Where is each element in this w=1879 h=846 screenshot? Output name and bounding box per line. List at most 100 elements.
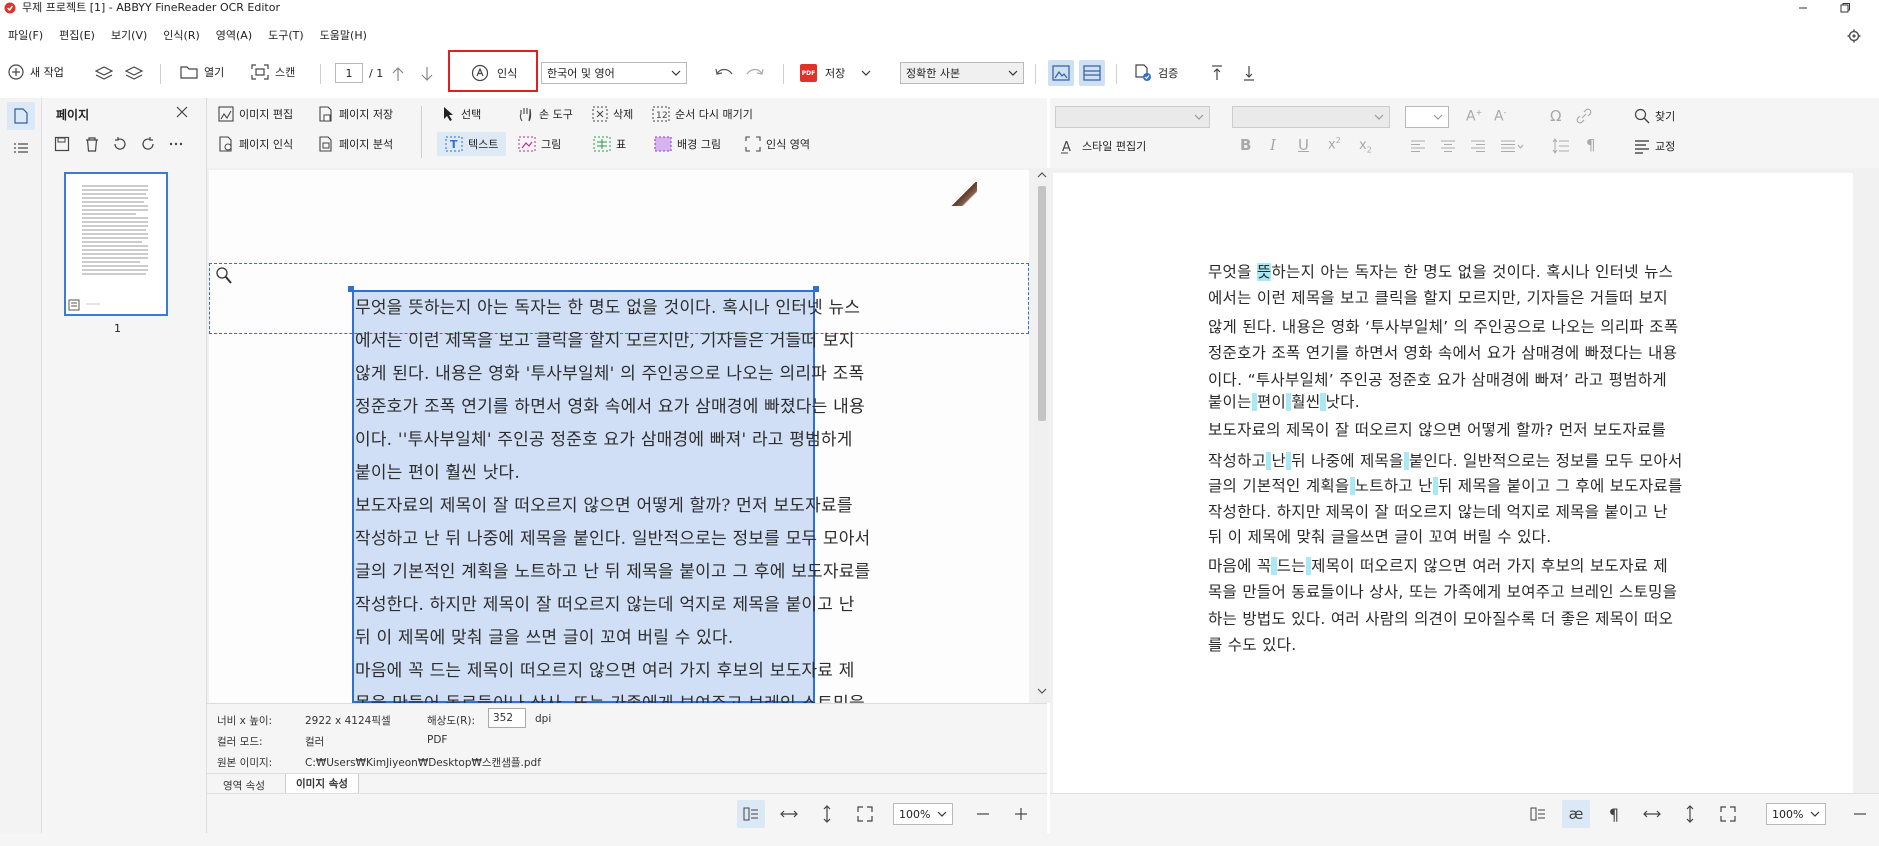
layers-icon[interactable] <box>124 64 144 82</box>
style-editor-button[interactable]: A 스타일 편집기 <box>1058 134 1149 158</box>
text-line[interactable]: 에서는 이런 제목을 보고 클릭을 할지 모르지만, 기자들은 거들떠 보지 <box>1208 286 1668 308</box>
rotate-right-icon[interactable] <box>140 136 156 152</box>
rotate-left-icon[interactable] <box>112 136 128 152</box>
image-zoom-select[interactable]: 100% <box>893 803 953 825</box>
font-select[interactable] <box>1232 106 1390 128</box>
text-line[interactable]: 하는 방법도 있다. 여러 사람의 의견이 모아질수록 더 좋은 제목이 떠오 <box>1208 607 1673 629</box>
style-select[interactable] <box>1055 106 1210 128</box>
align-left-icon[interactable] <box>1410 140 1426 152</box>
text-line[interactable]: 작성하고 난 뒤 나중에 제목을 붙인다. 일반적으로는 정보를 모두 모아서 <box>1208 449 1683 471</box>
arrow-down-icon[interactable] <box>420 66 434 82</box>
redo-icon[interactable] <box>745 66 765 80</box>
underline-icon[interactable]: U <box>1298 136 1309 154</box>
link-icon[interactable] <box>1575 108 1593 124</box>
language-select[interactable]: 한국어 및 영어 <box>541 62 687 84</box>
image-viewer-scrollbar[interactable] <box>1034 168 1050 703</box>
picture-area-tool[interactable]: 그림 <box>515 132 564 156</box>
proofread-button[interactable]: 교정 <box>1631 134 1678 158</box>
layout-view-icon[interactable] <box>1524 800 1552 828</box>
recognition-area-tool[interactable]: 인식 영역 <box>742 132 813 156</box>
italic-icon[interactable]: I <box>1270 136 1276 154</box>
list-icon[interactable] <box>7 134 35 162</box>
grow-font-icon[interactable]: A+ <box>1466 108 1482 125</box>
text-line[interactable]: 작성한다. 하지만 제목이 잘 떠오르지 않는데 억지로 제목을 붙이고 난 <box>1208 500 1668 522</box>
settings-gear-icon[interactable] <box>1846 28 1862 44</box>
image-viewer[interactable]: 무엇을 뜻하는지 아는 독자는 한 명도 없을 것이다. 혹시나 인터넷 뉴스 … <box>207 168 1047 703</box>
fit-height-icon[interactable] <box>813 800 841 828</box>
table-area-tool[interactable]: 표 <box>590 132 629 156</box>
minimize-icon[interactable] <box>1796 2 1810 14</box>
text-line[interactable]: 마음에 꼭 드는 제목이 떠오르지 않으면 여러 가지 후보의 보도자료 제 <box>1208 554 1668 576</box>
undo-icon[interactable] <box>714 66 734 80</box>
fit-all-icon[interactable] <box>851 800 879 828</box>
previous-error-icon[interactable] <box>1210 64 1224 82</box>
close-icon[interactable] <box>176 106 188 118</box>
recognize-button[interactable]: 인식 <box>471 64 517 82</box>
menu-help[interactable]: 도움말(H) <box>320 26 367 46</box>
save-icon[interactable] <box>54 136 70 152</box>
image-view-icon[interactable] <box>1048 60 1074 86</box>
text-line[interactable]: 목을 만들어 동료들이나 상사, 또는 가족에게 보여주고 브레인 스토밍을 <box>1208 580 1677 602</box>
chevron-down-icon[interactable] <box>861 70 871 76</box>
align-center-icon[interactable] <box>1440 140 1456 152</box>
fit-all-icon[interactable] <box>1714 800 1742 828</box>
recognize-page-button[interactable]: 페이지 인식 <box>215 132 296 156</box>
find-button[interactable]: 찾기 <box>1631 104 1678 128</box>
zoom-out-icon[interactable] <box>1846 800 1874 828</box>
fit-height-icon[interactable] <box>1676 800 1704 828</box>
resolution-input[interactable]: 352 <box>488 708 526 728</box>
pages-icon[interactable] <box>7 102 35 130</box>
menu-view[interactable]: 보기(V) <box>111 26 147 46</box>
menu-file[interactable]: 파일(F) <box>8 26 43 46</box>
subscript-icon[interactable]: x2 <box>1359 138 1372 155</box>
superscript-icon[interactable]: x2 <box>1328 136 1341 152</box>
open-button[interactable]: 열기 <box>180 64 224 80</box>
page-number-input[interactable]: 1 <box>335 63 363 83</box>
trash-icon[interactable] <box>84 136 100 152</box>
text-zoom-select[interactable]: 100% <box>1766 803 1826 825</box>
save-mode-select[interactable]: 정확한 사본 <box>900 62 1024 84</box>
hand-tool[interactable]: 손 도구 <box>515 102 576 126</box>
verify-button[interactable]: 검증 <box>1134 64 1178 82</box>
delete-area-tool[interactable]: 삭제 <box>589 102 636 126</box>
scan-button[interactable]: 스캔 <box>251 64 295 80</box>
text-line[interactable]: 무엇을 뜻하는지 아는 독자는 한 명도 없을 것이다. 혹시나 인터넷 뉴스 <box>1208 260 1673 282</box>
text-editor[interactable]: 무엇을 뜻하는지 아는 독자는 한 명도 없을 것이다. 혹시나 인터넷 뉴스에… <box>1050 168 1879 793</box>
analyze-page-button[interactable]: 페이지 분석 <box>315 132 396 156</box>
zoom-in-icon[interactable] <box>1007 800 1035 828</box>
edit-image-button[interactable]: 이미지 편집 <box>215 102 296 126</box>
show-formatting-icon[interactable]: ¶ <box>1600 800 1628 828</box>
special-character-icon[interactable]: Ω <box>1550 107 1561 125</box>
arrow-up-icon[interactable] <box>391 66 405 82</box>
menu-tools[interactable]: 도구(T) <box>268 26 304 46</box>
font-size-select[interactable] <box>1405 106 1449 128</box>
shrink-font-icon[interactable]: A- <box>1494 108 1506 125</box>
fit-width-icon[interactable] <box>775 800 803 828</box>
menu-recognize[interactable]: 인식(R) <box>163 26 199 46</box>
text-line[interactable]: 글의 기본적인 계획을 노트하고 난 뒤 제목을 붙이고 그 후에 보도자료를 <box>1208 474 1683 496</box>
page-thumbnail[interactable] <box>64 172 168 316</box>
text-line[interactable]: 를 수도 있다. <box>1208 633 1296 655</box>
layers-add-icon[interactable] <box>94 64 114 82</box>
save-page-button[interactable]: 페이지 저장 <box>315 102 396 126</box>
text-line[interactable]: 보도자료의 제목이 잘 떠오르지 않으면 어떻게 할까? 먼저 보도자료를 <box>1208 418 1666 440</box>
menu-edit[interactable]: 편집(E) <box>59 26 95 46</box>
zoom-out-icon[interactable] <box>969 800 997 828</box>
restore-icon[interactable] <box>1838 2 1852 14</box>
next-error-icon[interactable] <box>1242 64 1256 82</box>
text-view-icon[interactable] <box>1079 60 1105 86</box>
text-line[interactable]: 붙이는 편이 훨씬 낫다. <box>1208 390 1360 412</box>
new-task-button[interactable]: 새 작업 <box>8 64 64 80</box>
text-line[interactable]: 이다. “투사부일체’ 주인공 정준호 요가 삼매경에 빠져’ 라고 평범하게 <box>1208 368 1667 390</box>
save-button[interactable]: PDF 저장 <box>800 64 871 82</box>
line-spacing-icon[interactable] <box>1552 138 1570 154</box>
scroll-down-icon[interactable] <box>1037 688 1047 694</box>
menu-area[interactable]: 영역(A) <box>216 26 252 46</box>
text-area-tool[interactable]: T 텍스트 <box>437 132 507 156</box>
fit-page-icon[interactable] <box>737 800 765 828</box>
select-tool[interactable]: 선택 <box>439 102 484 126</box>
more-icon[interactable] <box>168 136 184 152</box>
text-line[interactable]: 않게 된다. 내용은 영화 ‘투사부일체’ 의 주인공으로 나오는 의리파 조폭 <box>1208 315 1678 337</box>
text-line[interactable]: 뒤 이 제목에 맞춰 글을쓰면 글이 꼬여 버릴 수 있다. <box>1208 525 1551 547</box>
bold-icon[interactable]: B <box>1240 136 1251 154</box>
